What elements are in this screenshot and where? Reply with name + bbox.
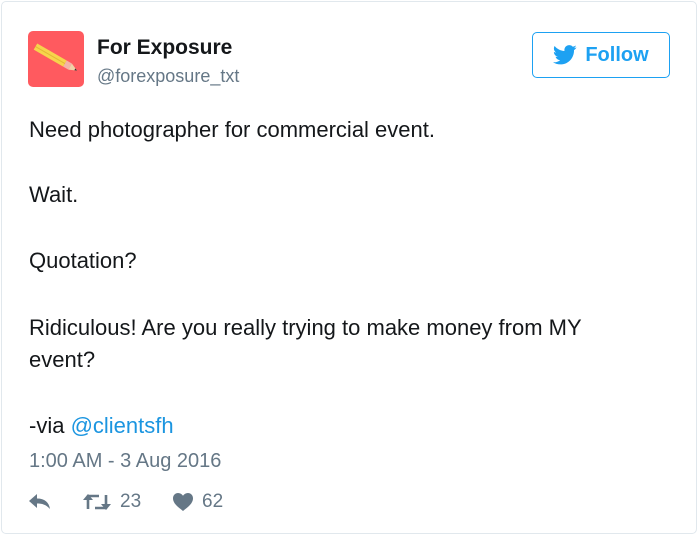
- retweet-icon: [83, 494, 111, 510]
- mention-link[interactable]: @clientsfh: [71, 413, 174, 438]
- like-count: 62: [202, 491, 224, 512]
- tweet-text-line: Quotation?: [29, 248, 137, 273]
- like-button[interactable]: 62: [172, 488, 223, 516]
- retweet-count: 23: [120, 491, 142, 512]
- reply-icon: [29, 494, 50, 509]
- via-line: -via @clientsfh: [29, 411, 174, 441]
- tweet-card: For Exposure @forexposure_txt Follow Nee…: [1, 1, 697, 534]
- retweet-button[interactable]: 23: [82, 488, 141, 516]
- tweet-timestamp[interactable]: 1:00 AM - 3 Aug 2016: [29, 450, 221, 473]
- reply-button[interactable]: [28, 488, 52, 516]
- tweet-text-line: Wait.: [29, 182, 79, 207]
- follow-button-label: Follow: [585, 43, 649, 66]
- follow-button[interactable]: Follow: [532, 32, 670, 78]
- avatar[interactable]: [28, 31, 84, 87]
- tweet-text-line: event?: [29, 347, 96, 372]
- tweet-text-line: Need photographer for commercial event.: [29, 117, 435, 142]
- tweet-text-line: Ridiculous! Are you really trying to mak…: [29, 315, 582, 340]
- heart-icon: [173, 493, 193, 511]
- display-name[interactable]: For Exposure: [97, 36, 232, 60]
- user-handle[interactable]: @forexposure_txt: [97, 66, 239, 87]
- twitter-bird-icon: [553, 45, 577, 65]
- via-prefix: -via: [29, 413, 71, 438]
- pencil-icon: [33, 43, 78, 71]
